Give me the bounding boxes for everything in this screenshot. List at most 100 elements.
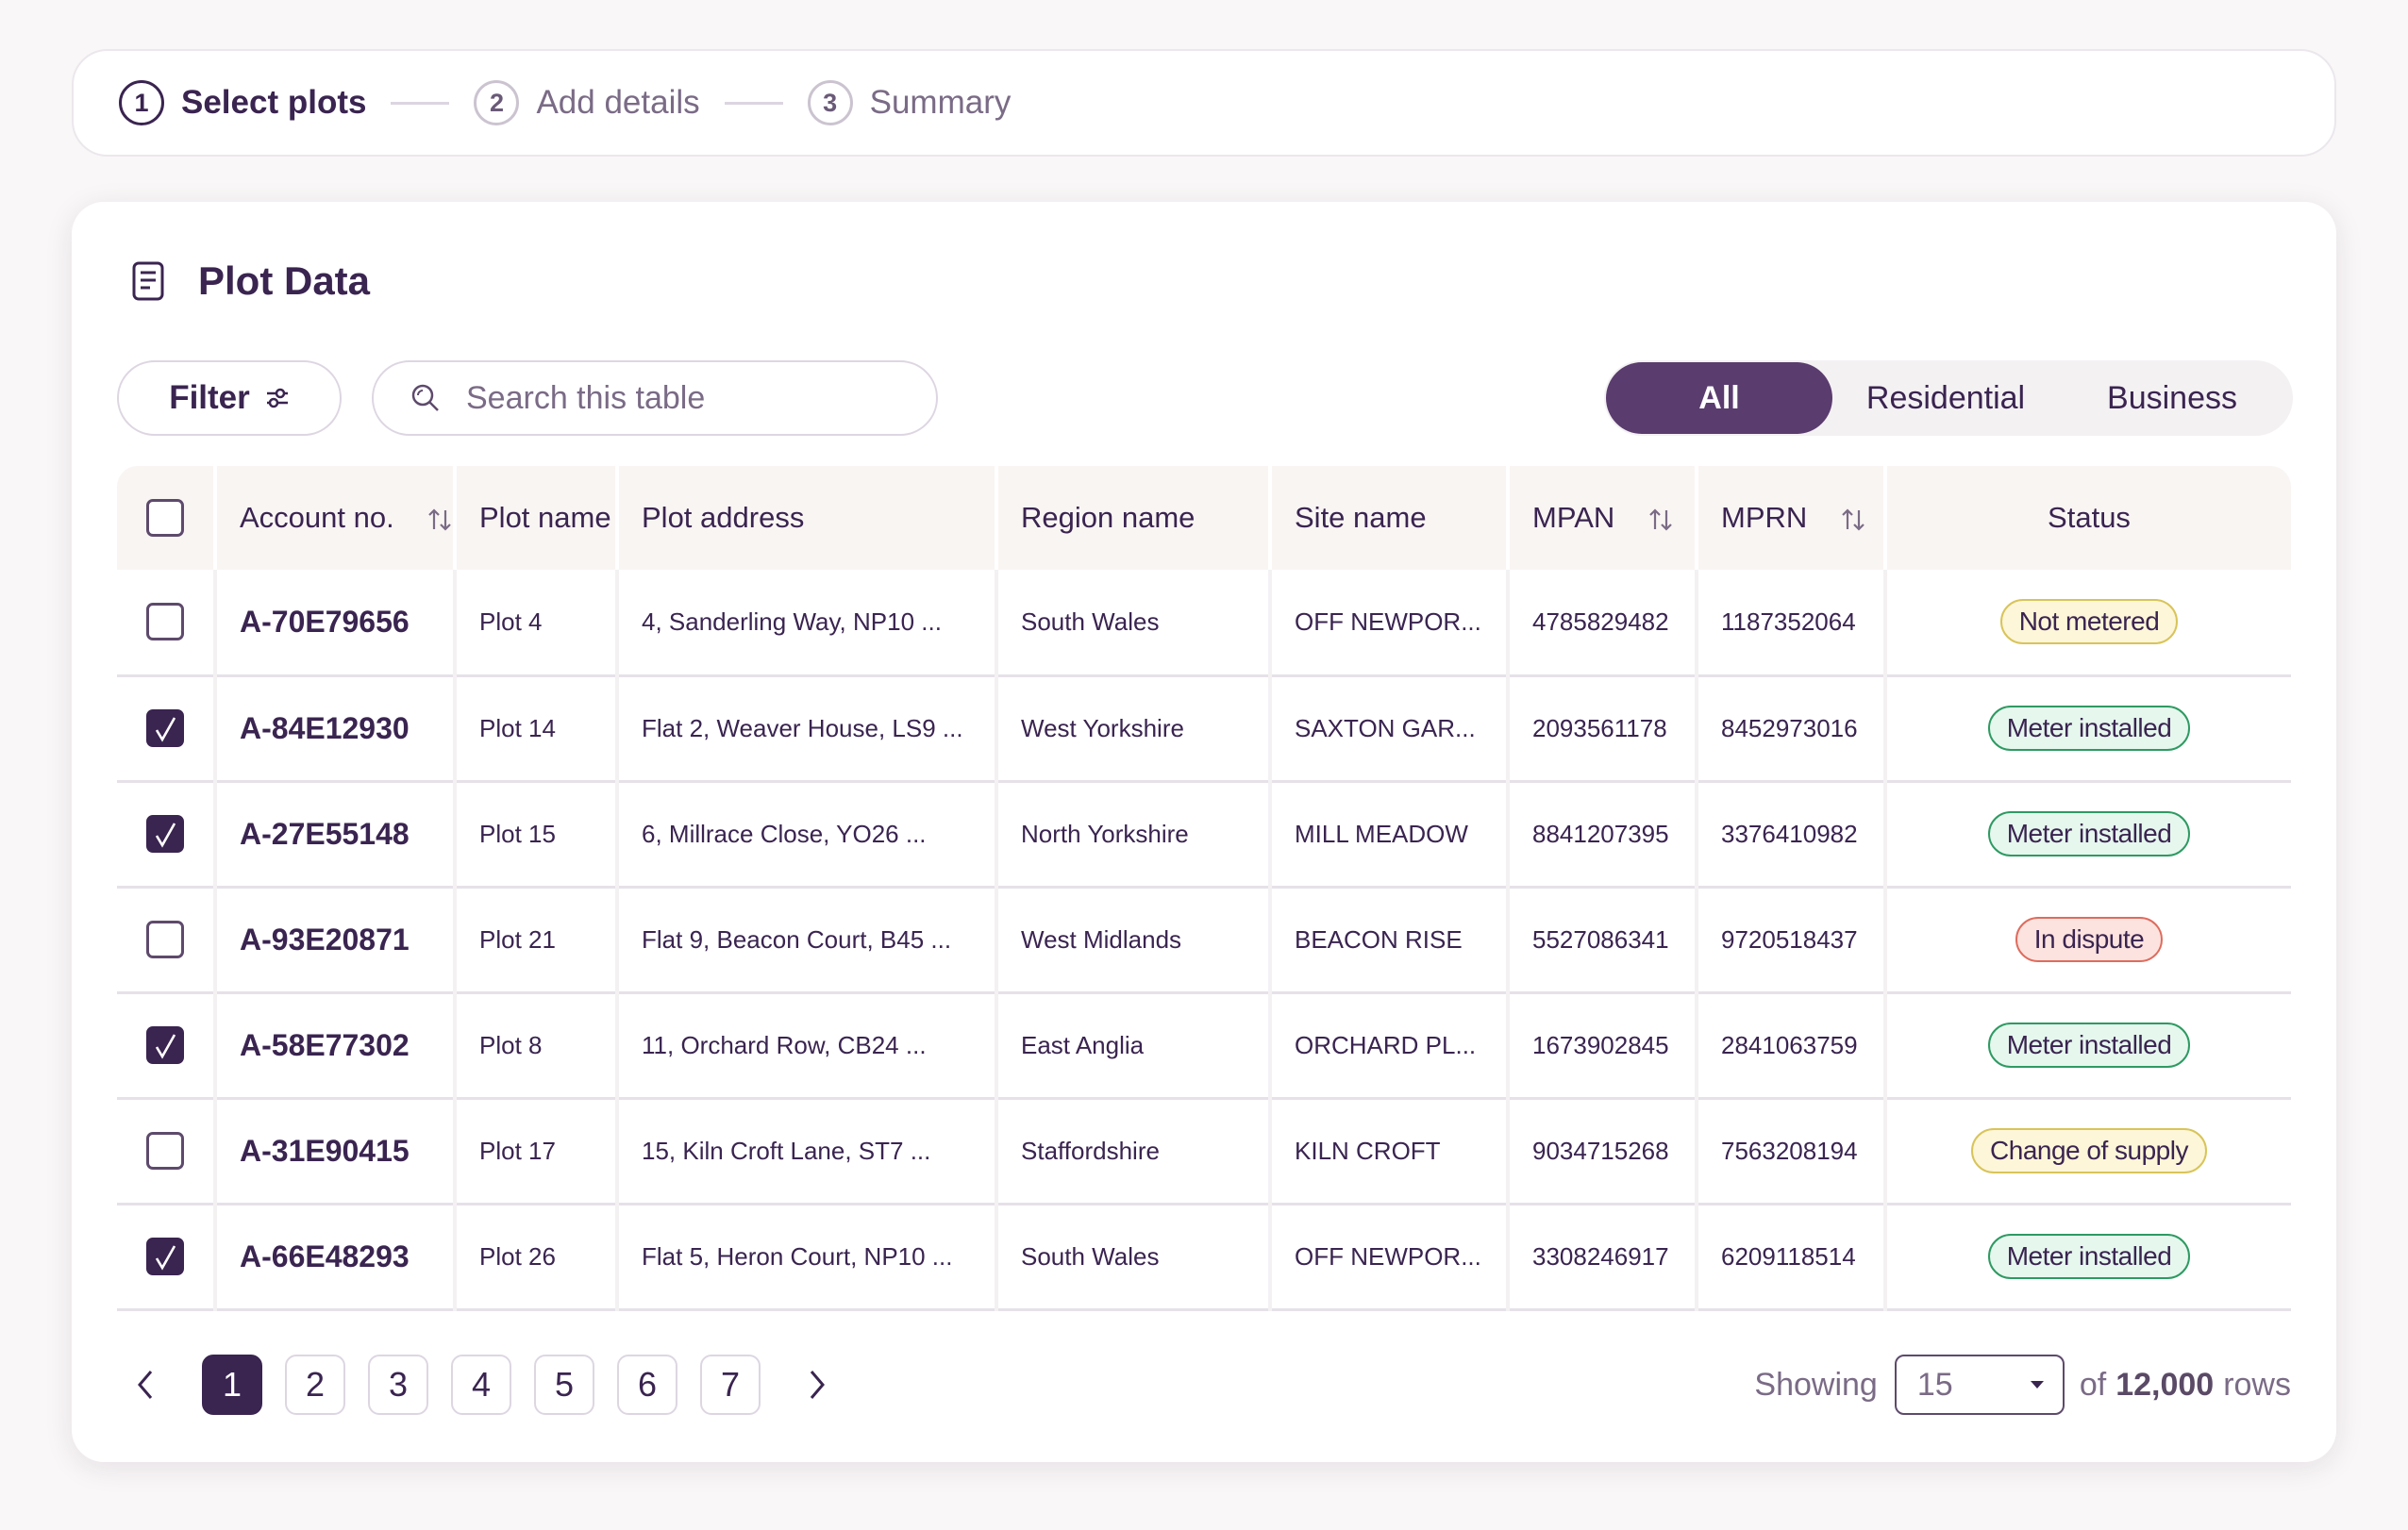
filter-button[interactable]: Filter [117, 360, 342, 436]
region-name: West Yorkshire [995, 675, 1270, 781]
step-number: 3 [807, 80, 853, 125]
table-header-row: Account no. Plot name Plot address Regio… [117, 466, 2291, 570]
page-number-button[interactable]: 7 [700, 1355, 761, 1415]
site-name: BEACON RISE [1268, 887, 1508, 992]
search-box[interactable] [372, 360, 938, 436]
sort-icon[interactable] [426, 507, 453, 533]
card-header: Plot Data [132, 258, 370, 304]
site-name: KILN CROFT [1268, 1098, 1508, 1204]
rows-label: rows [2223, 1366, 2291, 1403]
document-icon [132, 261, 164, 301]
row-select-cell [117, 1098, 215, 1204]
plot-data-card: Plot Data Filter All Residential Busines… [72, 202, 2336, 1462]
plot-table: Account no. Plot name Plot address Regio… [117, 466, 2291, 1311]
row-checkbox[interactable] [146, 709, 184, 747]
mprn-value: 2841063759 [1695, 992, 1885, 1098]
plot-name: Plot 4 [453, 570, 617, 675]
sliders-icon [266, 388, 288, 408]
step-number: 1 [119, 80, 164, 125]
row-select-cell [117, 675, 215, 781]
mprn-value: 7563208194 [1695, 1098, 1885, 1204]
select-all-cell [117, 466, 215, 570]
step-add-details[interactable]: 2 Add details [474, 80, 700, 125]
plot-address: 11, Orchard Row, CB24 ... [615, 992, 996, 1098]
table-row[interactable]: A-93E20871 Plot 21 Flat 9, Beacon Court, B… [117, 887, 2291, 992]
plot-name: Plot 14 [453, 675, 617, 781]
table-row[interactable]: A-84E12930 Plot 14 Flat 2, Weaver House, L… [117, 675, 2291, 781]
select-all-checkbox[interactable] [146, 499, 184, 537]
row-checkbox[interactable] [146, 1132, 184, 1170]
status-cell: Meter installed [1883, 1204, 2291, 1309]
mprn-value: 9720518437 [1695, 887, 1885, 992]
search-input[interactable] [466, 379, 919, 417]
of-label: of [2079, 1366, 2107, 1403]
mpan-value: 2093561178 [1506, 675, 1697, 781]
sort-icon[interactable] [1840, 507, 1866, 533]
page-number-button[interactable]: 5 [534, 1355, 594, 1415]
segment-residential[interactable]: Residential [1832, 362, 2059, 434]
status-cell: Meter installed [1883, 992, 2291, 1098]
page-number-button[interactable]: 3 [368, 1355, 428, 1415]
mprn-value: 6209118514 [1695, 1204, 1885, 1309]
caret-down-icon [2030, 1381, 2044, 1389]
account-number: A-31E90415 [213, 1098, 455, 1204]
step-label: Summary [869, 84, 1012, 121]
step-select-plots[interactable]: 1 Select plots [119, 80, 366, 125]
step-divider [724, 101, 783, 105]
status-badge: Meter installed [1987, 1023, 2191, 1068]
sort-icon[interactable] [1647, 507, 1674, 533]
mprn-value: 3376410982 [1695, 781, 1885, 887]
column-header-status: Status [1883, 466, 2291, 570]
region-name: West Midlands [995, 887, 1270, 992]
page-size-select[interactable]: 15 [1894, 1355, 2065, 1415]
page-number-list: 1234567 [202, 1355, 783, 1415]
site-name: MILL MEADOW [1268, 781, 1508, 887]
column-header-account[interactable]: Account no. [213, 466, 455, 570]
mpan-value: 3308246917 [1506, 1204, 1697, 1309]
region-name: North Yorkshire [995, 781, 1270, 887]
account-number: A-58E77302 [213, 992, 455, 1098]
table-row[interactable]: A-58E77302 Plot 8 11, Orchard Row, CB24 ..… [117, 992, 2291, 1098]
segment-all[interactable]: All [1606, 362, 1832, 434]
row-select-cell [117, 1204, 215, 1309]
table-row[interactable]: A-66E48293 Plot 26 Flat 5, Heron Court, NP… [117, 1204, 2291, 1309]
next-page-button[interactable] [789, 1355, 845, 1415]
table-row[interactable]: A-27E55148 Plot 15 6, Millrace Close, YO26… [117, 781, 2291, 887]
page-number-button[interactable]: 4 [451, 1355, 511, 1415]
status-cell: In dispute [1883, 887, 2291, 992]
status-cell: Not metered [1883, 570, 2291, 675]
column-header-mprn[interactable]: MPRN [1695, 466, 1885, 570]
row-checkbox[interactable] [146, 815, 184, 853]
row-checkbox[interactable] [146, 1026, 184, 1064]
plot-name: Plot 26 [453, 1204, 617, 1309]
plot-name: Plot 15 [453, 781, 617, 887]
site-name: ORCHARD PL... [1268, 992, 1508, 1098]
page-number-button[interactable]: 1 [202, 1355, 262, 1415]
row-checkbox[interactable] [146, 603, 184, 641]
segment-business[interactable]: Business [2059, 362, 2285, 434]
column-header-mpan[interactable]: MPAN [1506, 466, 1697, 570]
account-number: A-70E79656 [213, 570, 455, 675]
mpan-value: 4785829482 [1506, 570, 1697, 675]
step-summary[interactable]: 3 Summary [807, 80, 1012, 125]
row-select-cell [117, 570, 215, 675]
status-cell: Meter installed [1883, 675, 2291, 781]
checkmark-icon [155, 717, 176, 742]
plot-address: 6, Millrace Close, YO26 ... [615, 781, 996, 887]
step-divider [391, 101, 450, 105]
plot-address: Flat 9, Beacon Court, B45 ... [615, 887, 996, 992]
column-header-plot-name: Plot name [453, 466, 617, 570]
row-checkbox[interactable] [146, 1238, 184, 1275]
row-select-cell [117, 781, 215, 887]
table-row[interactable]: A-70E79656 Plot 4 4, Sanderling Way, NP10 … [117, 570, 2291, 675]
page-number-button[interactable]: 6 [617, 1355, 677, 1415]
page-number-button[interactable]: 2 [285, 1355, 345, 1415]
status-badge: Meter installed [1987, 811, 2191, 856]
region-name: East Anglia [995, 992, 1270, 1098]
mpan-value: 8841207395 [1506, 781, 1697, 887]
column-label: MPRN [1721, 501, 1808, 534]
table-row[interactable]: A-31E90415 Plot 17 15, Kiln Croft Lane, ST… [117, 1098, 2291, 1204]
previous-page-button[interactable] [117, 1355, 174, 1415]
row-checkbox[interactable] [146, 921, 184, 958]
plot-address: Flat 5, Heron Court, NP10 ... [615, 1204, 996, 1309]
